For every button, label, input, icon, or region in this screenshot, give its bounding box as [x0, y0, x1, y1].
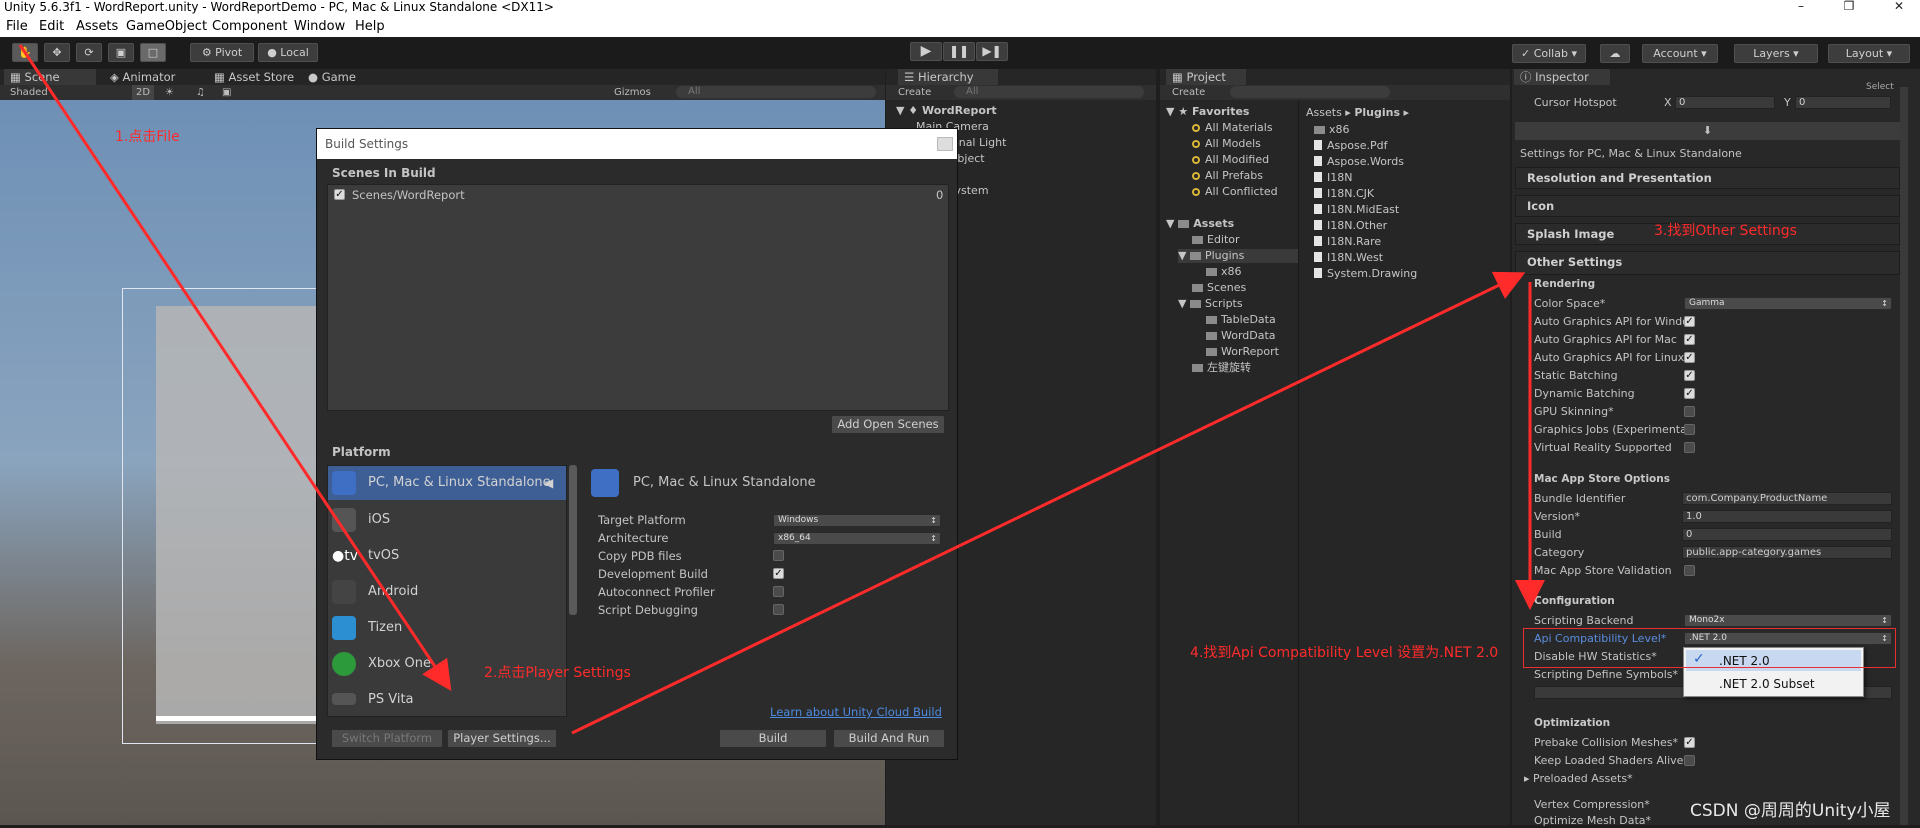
- annotation-3: 3.找到Other Settings: [1654, 223, 1797, 239]
- watermark: CSDN @周周的Unity小屋: [1690, 801, 1891, 821]
- annotation-arrows: [18, 44, 1545, 735]
- annotation-1: 1.点击File: [115, 129, 180, 145]
- arrow-1: [18, 44, 452, 691]
- arrow-2: [571, 271, 1526, 735]
- annotation-4: 4.找到Api Compatibility Level 设置为.NET 2.0: [1190, 645, 1499, 661]
- annotation-2: 2.点击Player Settings: [484, 665, 631, 681]
